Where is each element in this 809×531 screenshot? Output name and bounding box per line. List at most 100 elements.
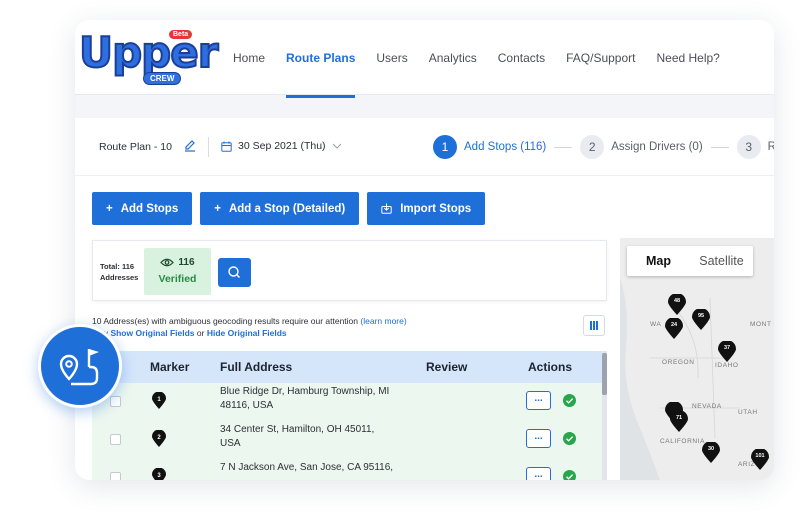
map-pin[interactable]: 101 <box>751 448 769 471</box>
map-pin[interactable]: 30 <box>702 441 720 464</box>
map-pin[interactable]: 24 <box>665 317 683 340</box>
state-label-wa: WA <box>650 321 662 328</box>
plus-icon: + <box>106 202 113 215</box>
pencil-icon[interactable] <box>184 138 196 152</box>
eye-icon <box>160 258 175 267</box>
state-label-utah: UTAH <box>738 409 758 416</box>
note-line-1: 10 Address(es) with ambiguous geocoding … <box>92 315 407 327</box>
add-stop-detailed-button[interactable]: + Add a Stop (Detailed) <box>200 192 360 225</box>
table-row[interactable]: 2 34 Center St, Hamilton, OH 45011, USA … <box>92 423 607 461</box>
add-stop-detailed-label: Add a Stop (Detailed) <box>228 202 346 215</box>
table-header: Marker Full Address Review Actions <box>92 351 607 383</box>
col-review[interactable]: Review <box>426 360 467 374</box>
nav-home[interactable]: Home <box>233 51 265 65</box>
main-nav: Home Route Plans Users Analytics Contact… <box>233 51 720 98</box>
address-line-1: Blue Ridge Dr, Hamburg Township, MI <box>220 386 390 397</box>
pin-label: 48 <box>673 298 681 304</box>
state-label-idaho: IDAHO <box>715 362 739 369</box>
more-actions-button[interactable]: ... <box>526 429 551 448</box>
total-addresses: Total: 116 Addresses <box>100 261 138 283</box>
nav-route-plans[interactable]: Route Plans <box>286 51 356 98</box>
table-row[interactable]: 1 Blue Ridge Dr, Hamburg Township, MI 48… <box>92 385 607 423</box>
action-buttons: + Add Stops + Add a Stop (Detailed) Impo… <box>92 192 486 225</box>
pin-label: 30 <box>707 446 715 452</box>
scroll-thumb[interactable] <box>602 353 607 395</box>
check-circle-icon <box>563 394 576 407</box>
step-2-number[interactable]: 2 <box>580 135 605 159</box>
map-marker-icon: 2 <box>152 430 166 447</box>
col-marker[interactable]: Marker <box>150 360 189 374</box>
row-checkbox[interactable] <box>110 472 121 480</box>
add-stops-label: Add Stops <box>120 202 179 215</box>
route-plan-panel: Route Plan - 10 30 Sep 2021 (Thu) 1 Add … <box>75 118 774 480</box>
stats-card: Total: 116 Addresses 116 Verified <box>92 240 607 301</box>
col-actions[interactable]: Actions <box>528 360 572 374</box>
top-header: Upper Beta CREW Home Route Plans Users A… <box>75 20 774 98</box>
beta-badge: Beta <box>169 30 193 39</box>
columns-icon <box>590 321 598 330</box>
state-label-oregon: OREGON <box>662 359 695 366</box>
upper-logo[interactable]: Upper Beta CREW <box>78 29 219 88</box>
address-line-2: 48116, USA <box>220 400 274 411</box>
state-label-nevada: NEVADA <box>692 403 722 410</box>
add-stops-button[interactable]: + Add Stops <box>92 192 193 225</box>
step-2-label[interactable]: Assign Drivers (0) <box>611 141 702 153</box>
check-circle-icon <box>563 470 576 480</box>
pin-label: 101 <box>755 453 765 459</box>
row-address: 34 Center St, Hamilton, OH 45011, USA <box>220 423 405 451</box>
route-pin-flag-icon <box>59 349 99 386</box>
nav-analytics[interactable]: Analytics <box>429 51 477 65</box>
map-marker-icon: 1 <box>152 392 166 409</box>
show-original-fields-link[interactable]: Show Original Fields <box>110 328 194 338</box>
more-actions-button[interactable]: ... <box>526 467 551 480</box>
search-icon <box>228 266 240 278</box>
logo-text: Upper <box>78 28 219 77</box>
stepper: 1 Add Stops (116) 2 Assign Drivers (0) 3… <box>433 135 774 159</box>
map-pin[interactable]: 48 <box>668 293 686 316</box>
step-3-number[interactable]: 3 <box>736 135 761 159</box>
nav-contacts[interactable]: Contacts <box>498 51 545 65</box>
map-view[interactable]: Map Satellite WA MONT OREGON IDAHO NEVAD… <box>620 238 774 480</box>
verified-count: 116 <box>178 257 195 268</box>
import-stops-button[interactable]: Import Stops <box>367 192 486 225</box>
pin-label: 24 <box>670 322 678 328</box>
satellite-tab[interactable]: Satellite <box>690 246 753 276</box>
address-line-1: 34 Center St, Hamilton, OH 45011, <box>220 424 375 435</box>
map-pin[interactable]: 95 <box>692 308 710 331</box>
nav-need-help[interactable]: Need Help? <box>656 51 719 65</box>
hide-original-fields-link[interactable]: Hide Original Fields <box>207 328 287 338</box>
map-pin[interactable]: 37 <box>718 340 736 363</box>
nav-faq-support[interactable]: FAQ/Support <box>566 51 635 65</box>
state-label-california: CALIFORNIA <box>660 438 706 445</box>
note-text: 10 Address(es) with ambiguous geocoding … <box>92 316 359 326</box>
address-line-2: USA <box>220 438 241 449</box>
pin-label: 95 <box>697 313 705 319</box>
table-row[interactable]: 3 7 N Jackson Ave, San Jose, CA 95116, .… <box>92 461 607 480</box>
route-badge <box>38 324 122 408</box>
columns-toggle-button[interactable] <box>583 315 605 336</box>
search-button[interactable] <box>218 258 251 287</box>
map-marker-icon: 3 <box>152 468 166 480</box>
map-pin[interactable]: 71 <box>670 410 688 433</box>
learn-more-link[interactable]: (learn more) <box>360 316 406 326</box>
map-type-toggle: Map Satellite <box>627 246 753 276</box>
col-full-address[interactable]: Full Address <box>220 360 292 374</box>
verified-filter[interactable]: 116 Verified <box>144 248 211 295</box>
note-line-2: may Show Original Fields or Hide Origina… <box>92 327 407 339</box>
nav-users[interactable]: Users <box>376 51 407 65</box>
step-1-number[interactable]: 1 <box>433 135 457 159</box>
plan-name: Route Plan - 10 <box>99 141 172 153</box>
plan-bar: Route Plan - 10 30 Sep 2021 (Thu) 1 Add … <box>75 118 774 176</box>
note-or: or <box>196 328 205 338</box>
row-checkbox[interactable] <box>110 434 121 445</box>
step-3-label[interactable]: Re <box>768 141 774 153</box>
table-scrollbar[interactable] <box>602 351 607 480</box>
map-tab[interactable]: Map <box>627 246 690 276</box>
divider <box>208 137 209 157</box>
more-actions-button[interactable]: ... <box>526 391 551 410</box>
step-1-label[interactable]: Add Stops (116) <box>464 141 546 153</box>
date-picker[interactable]: 30 Sep 2021 (Thu) <box>221 140 342 152</box>
pin-label: 37 <box>723 345 731 351</box>
pin-label: 71 <box>675 415 683 421</box>
import-icon <box>381 203 392 214</box>
